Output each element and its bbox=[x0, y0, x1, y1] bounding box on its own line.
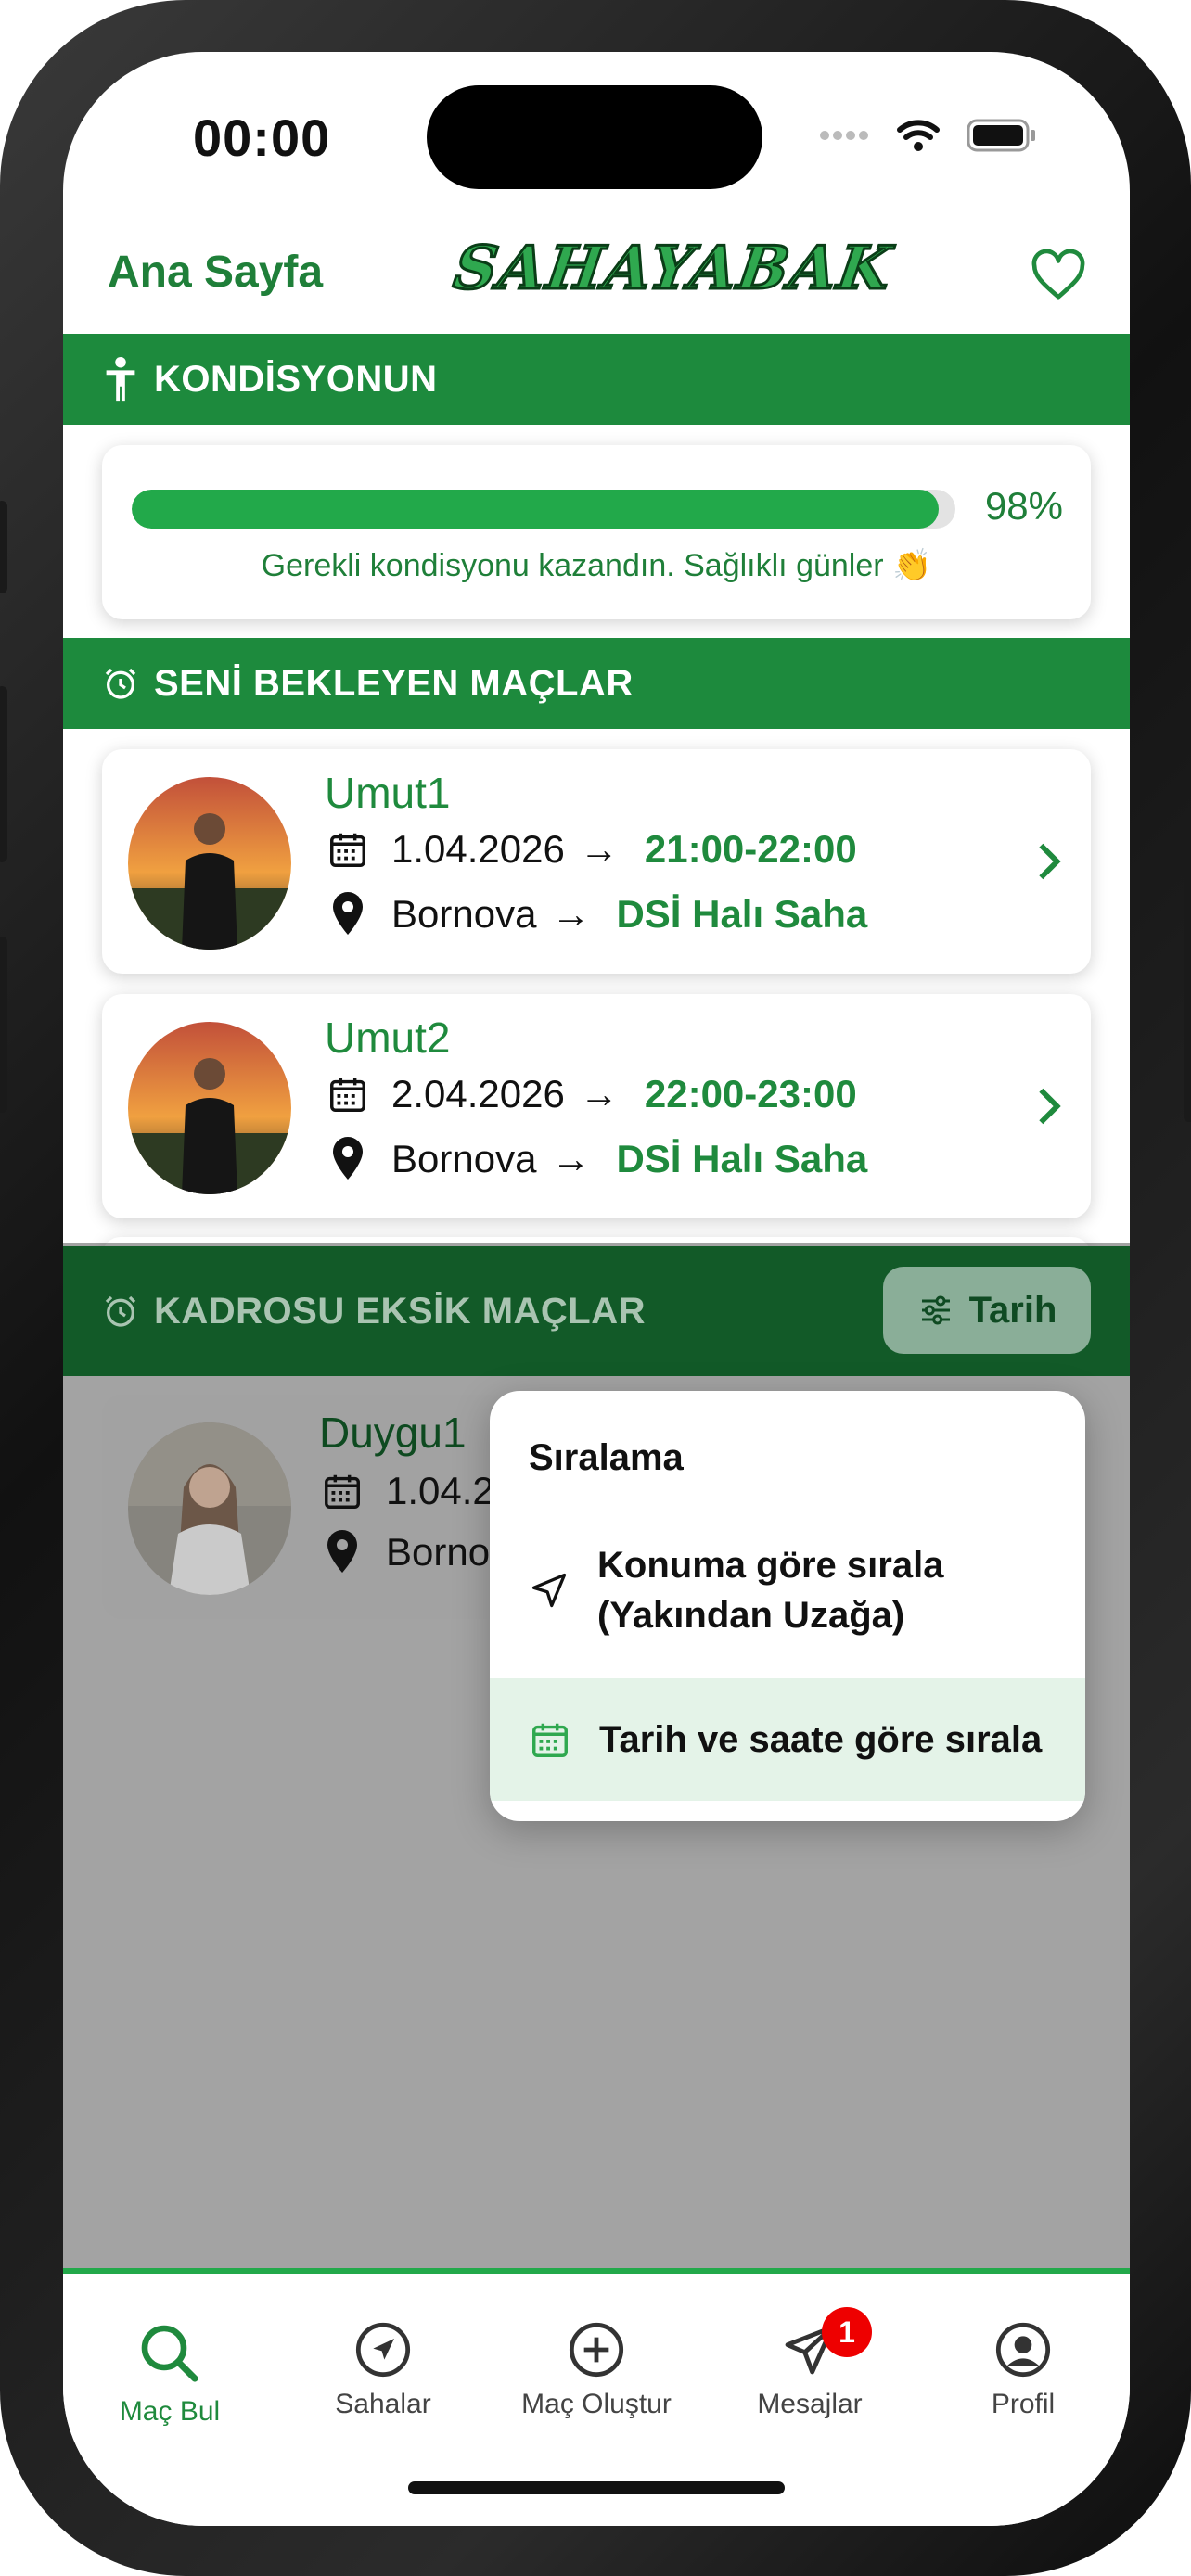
avatar bbox=[128, 1422, 291, 1595]
sliders-icon bbox=[921, 1295, 950, 1325]
avatar bbox=[128, 1022, 291, 1194]
chevron-right-icon[interactable] bbox=[1035, 840, 1063, 883]
match-card-umut2[interactable]: Umut2 2.04.2026 → 22:00-23:00 Bornova → … bbox=[102, 994, 1091, 1218]
sort-menu-title: Sıralama bbox=[529, 1437, 684, 1478]
match-date-row: 1.04.2 bbox=[319, 1469, 494, 1513]
match-venue: DSİ Halı Saha bbox=[616, 892, 868, 936]
match-location-row: Bornova → DSİ Halı Saha bbox=[325, 1137, 867, 1181]
profile-icon bbox=[995, 2322, 1051, 2378]
tab-sahalar[interactable]: Sahalar bbox=[276, 2320, 490, 2420]
match-district: Bornova bbox=[391, 892, 537, 936]
match-player-name: Umut1 bbox=[325, 769, 451, 817]
battery-icon bbox=[967, 119, 1035, 152]
favorites-heart-icon[interactable] bbox=[1030, 247, 1087, 304]
wifi-icon bbox=[897, 120, 940, 151]
chevron-right-icon[interactable] bbox=[1035, 1085, 1063, 1128]
calendar-icon bbox=[319, 1470, 365, 1512]
fitness-section-title: KONDİSYONUN bbox=[154, 358, 438, 400]
match-time: 22:00-23:00 bbox=[644, 1072, 857, 1116]
search-icon bbox=[141, 2325, 198, 2382]
tab-label: Maç Bul bbox=[119, 2396, 221, 2427]
dynamic-island bbox=[427, 85, 762, 189]
match-location-row: Borno bbox=[319, 1530, 490, 1575]
tab-label: Sahalar bbox=[335, 2389, 431, 2419]
alarm-clock-icon bbox=[105, 668, 136, 699]
arrow-right-icon: → bbox=[551, 892, 591, 936]
fitness-message: Gerekli kondisyonu kazandın. Sağlıklı gü… bbox=[261, 548, 932, 583]
person-icon bbox=[106, 356, 135, 402]
sort-option-location[interactable]: Konuma göre sırala (Yakından Uzağa) bbox=[490, 1521, 1085, 1660]
alarm-clock-icon bbox=[105, 1295, 136, 1327]
arrow-right-icon: → bbox=[579, 827, 619, 871]
tab-mesajlar[interactable]: 1 Mesajlar bbox=[703, 2307, 916, 2420]
compass-icon bbox=[355, 2322, 411, 2378]
sort-filter-button[interactable]: Tarih bbox=[883, 1267, 1091, 1354]
tab-label: Maç Oluştur bbox=[521, 2389, 672, 2419]
waiting-matches-header: SENİ BEKLEYEN MAÇLAR bbox=[63, 638, 1130, 729]
match-player-name: Duygu1 bbox=[319, 1409, 467, 1457]
tab-label: Mesajlar bbox=[757, 2389, 863, 2419]
match-date-row: 2.04.2026 → 22:00-23:00 bbox=[325, 1072, 857, 1116]
calendar-icon bbox=[325, 828, 371, 871]
calendar-icon bbox=[325, 1073, 371, 1116]
fitness-card: 98% Gerekli kondisyonu kazandın. Sağlıkl… bbox=[102, 445, 1091, 619]
match-player-name: Umut2 bbox=[325, 1014, 451, 1062]
missing-squad-title: KADROSU EKSİK MAÇLAR bbox=[154, 1290, 646, 1332]
match-date: 1.04.2 bbox=[386, 1469, 494, 1512]
match-card-umut1[interactable]: Umut1 1.04.2026 → 21:00-22:00 Bornova → … bbox=[102, 749, 1091, 974]
sort-option-location-line1: Konuma göre sırala bbox=[597, 1545, 944, 1586]
avatar bbox=[128, 777, 291, 950]
fitness-section-header: KONDİSYONUN bbox=[63, 334, 1130, 425]
screen: 00:00 Ana Sayfa SAHAYABAK KONDİSYONUN 98… bbox=[63, 52, 1130, 2526]
match-date: 1.04.2026 bbox=[391, 827, 565, 871]
volume-down-button bbox=[0, 937, 7, 1113]
page-title: Ana Sayfa bbox=[108, 248, 324, 297]
brand-logo: SAHAYABAK bbox=[448, 233, 898, 305]
status-time: 00:00 bbox=[193, 108, 331, 167]
volume-up-button bbox=[0, 686, 7, 862]
home-indicator[interactable] bbox=[408, 2481, 785, 2494]
tab-profil[interactable]: Profil bbox=[916, 2320, 1130, 2420]
arrow-right-icon: → bbox=[551, 1137, 591, 1180]
calendar-icon bbox=[532, 1723, 568, 1757]
match-district: Bornova bbox=[391, 1137, 537, 1180]
tab-label: Profil bbox=[991, 2389, 1056, 2419]
location-pin-icon bbox=[325, 892, 371, 937]
match-venue: DSİ Halı Saha bbox=[616, 1137, 868, 1180]
sort-filter-label: Tarih bbox=[968, 1289, 1057, 1331]
fitness-percent: 98% bbox=[984, 484, 1063, 528]
plus-circle-icon bbox=[569, 2322, 624, 2378]
arrow-right-icon: → bbox=[579, 1072, 619, 1116]
fitness-progress-bar bbox=[132, 490, 955, 529]
location-arrow-icon bbox=[531, 1573, 567, 1608]
location-pin-icon bbox=[319, 1530, 365, 1575]
sort-option-location-line2: (Yakından Uzağa) bbox=[597, 1595, 905, 1636]
phone-frame: 00:00 Ana Sayfa SAHAYABAK KONDİSYONUN 98… bbox=[0, 0, 1191, 2576]
mute-switch bbox=[0, 501, 7, 593]
waiting-matches-title: SENİ BEKLEYEN MAÇLAR bbox=[154, 662, 634, 704]
signal-icon bbox=[820, 131, 868, 140]
fitness-progress-fill bbox=[132, 490, 940, 529]
location-pin-icon bbox=[325, 1137, 371, 1181]
match-date: 2.04.2026 bbox=[391, 1072, 565, 1116]
tab-mac-olustur[interactable]: Maç Oluştur bbox=[490, 2320, 703, 2420]
status-icons bbox=[818, 117, 1037, 154]
sort-menu: Sıralama Konuma göre sırala (Yakından Uz… bbox=[490, 1391, 1085, 1821]
match-date-row: 1.04.2026 → 21:00-22:00 bbox=[325, 827, 857, 872]
power-button bbox=[1184, 807, 1191, 1122]
match-location-row: Bornova → DSİ Halı Saha bbox=[325, 892, 867, 937]
sort-option-date[interactable]: Tarih ve saate göre sırala bbox=[490, 1678, 1085, 1801]
match-district: Borno bbox=[386, 1530, 491, 1574]
messages-badge: 1 bbox=[822, 2307, 872, 2357]
tab-mac-bul[interactable]: Maç Bul bbox=[63, 2320, 276, 2428]
sort-option-date-label: Tarih ve saate göre sırala bbox=[599, 1719, 1043, 1760]
match-time: 21:00-22:00 bbox=[644, 827, 857, 871]
